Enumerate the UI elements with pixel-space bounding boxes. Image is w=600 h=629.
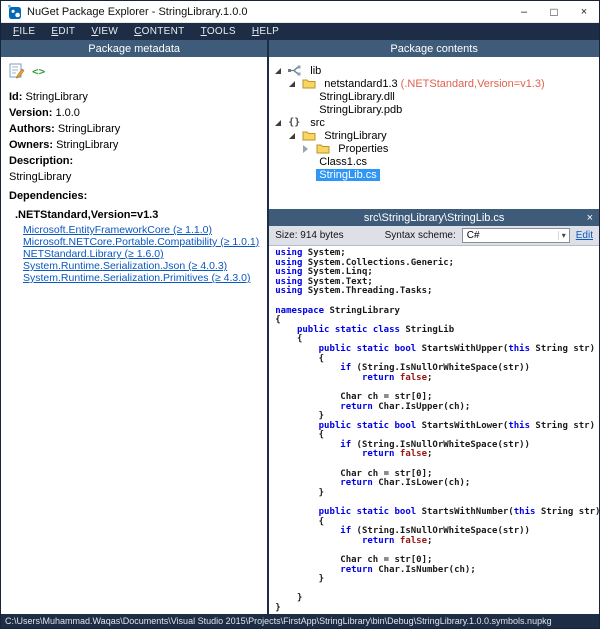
maximize-button[interactable]: □	[539, 1, 569, 22]
dependency-framework-group: .NETStandard,Version=v1.3	[15, 209, 259, 222]
tree-expander-icon[interactable]	[275, 120, 288, 126]
branch-icon	[288, 65, 304, 76]
close-button[interactable]: ×	[569, 1, 599, 22]
menu-view[interactable]: VIEW	[83, 26, 126, 37]
edit-raw-xml-icon[interactable]: <>	[32, 65, 45, 78]
metadata-toolbar: <>	[9, 63, 259, 79]
tree-item-label: src	[307, 117, 328, 129]
metadata-field-owners: Owners: StringLibrary	[9, 139, 259, 152]
dependency-link[interactable]: Microsoft.EntityFrameworkCore (≥ 1.1.0)	[23, 225, 259, 236]
status-bar: C:\Users\Muhammad.Waqas\Documents\Visual…	[1, 614, 599, 628]
tree-expander-icon[interactable]	[275, 68, 288, 74]
tree-item-label: netstandard1.3	[321, 78, 400, 90]
package-contents-tree: libnetstandard1.3 (.NETStandard,Version=…	[269, 57, 599, 209]
window-title: NuGet Package Explorer - StringLibrary.1…	[27, 6, 509, 18]
menu-edit[interactable]: EDIT	[43, 26, 83, 37]
close-viewer-icon[interactable]: ×	[587, 209, 593, 226]
tree-item-label: lib	[307, 65, 324, 77]
description-label: Description:	[9, 155, 259, 168]
contents-pane-header: Package contents	[269, 40, 599, 57]
package-metadata-pane: Package metadata <> Id: StringLibr	[1, 40, 269, 614]
tree-item-label: StringLib.cs	[316, 169, 379, 181]
menu-file[interactable]: FILE	[5, 26, 43, 37]
app-window: NuGet Package Explorer - StringLibrary.1…	[0, 0, 600, 629]
dependency-link[interactable]: System.Runtime.Serialization.Primitives …	[23, 273, 259, 284]
code-viewer: using System;using System.Collections.Ge…	[269, 246, 599, 614]
code-line: }	[275, 604, 599, 614]
tree-item-stringlibrary-dll[interactable]: StringLibrary.dll	[269, 90, 599, 103]
folder-icon	[316, 143, 332, 154]
metadata-fields: Id: StringLibrary Version: 1.0.0 Authors: …	[9, 91, 259, 152]
window-controls: – □ ×	[509, 1, 599, 22]
file-size-text: Size: 914 bytes	[275, 230, 343, 241]
tree-item-class1-cs[interactable]: Class1.cs	[269, 155, 599, 168]
tree-item-label: Properties	[335, 143, 391, 155]
code-line: }	[275, 575, 599, 585]
metadata-field-id: Id: StringLibrary	[9, 91, 259, 104]
code-line: return false;	[275, 450, 599, 460]
edit-file-link[interactable]: Edit	[576, 230, 593, 241]
dependencies-label: Dependencies:	[9, 190, 259, 203]
code-line: namespace StringLibrary	[275, 307, 599, 317]
file-viewer-header: src\StringLibrary\StringLib.cs ×	[269, 209, 599, 226]
tree-item-label: StringLibrary.dll	[316, 91, 398, 103]
tree-expander-icon[interactable]	[303, 145, 316, 153]
folder-icon	[302, 130, 318, 141]
tree-item-src[interactable]: {}src	[269, 116, 599, 129]
tree-item-properties[interactable]: Properties	[269, 142, 599, 155]
description-value: StringLibrary	[9, 171, 259, 184]
tree-item-stringlibrary[interactable]: StringLibrary	[269, 129, 599, 142]
tree-expander-icon[interactable]	[289, 81, 302, 87]
code-line: return false;	[275, 374, 599, 384]
code-line: return false;	[275, 537, 599, 547]
file-info-bar: Size: 914 bytes Syntax scheme: C# ▾ Edit	[269, 226, 599, 246]
tree-item-label: StringLibrary.pdb	[316, 104, 405, 116]
tree-item-lib[interactable]: lib	[269, 64, 599, 77]
dependency-links: Microsoft.EntityFrameworkCore (≥ 1.1.0)M…	[9, 225, 259, 284]
edit-metadata-icon[interactable]	[9, 63, 25, 79]
metadata-body: <> Id: StringLibrary Version: 1.0.0 Author…	[1, 57, 267, 614]
minimize-button[interactable]: –	[509, 1, 539, 22]
dependency-link[interactable]: Microsoft.NETCore.Portable.Compatibility…	[23, 237, 259, 248]
code-line: }	[275, 594, 599, 604]
menu-bar: FILEEDITVIEWCONTENTTOOLSHELP	[1, 23, 599, 40]
metadata-field-version: Version: 1.0.0	[9, 107, 259, 120]
tree-item-label: Class1.cs	[316, 156, 370, 168]
code-line: }	[275, 489, 599, 499]
code-line	[275, 585, 599, 595]
tree-item-stringlib-cs[interactable]: StringLib.cs	[269, 168, 599, 181]
package-contents-pane: Package contents libnetstandard1.3 (.NET…	[269, 40, 599, 614]
syntax-scheme-select[interactable]: C# ▾	[462, 228, 570, 243]
menu-tools[interactable]: TOOLS	[193, 26, 244, 37]
braces-icon: {}	[288, 117, 304, 128]
syntax-scheme-value: C#	[467, 230, 480, 241]
menu-content[interactable]: CONTENT	[126, 26, 192, 37]
title-bar: NuGet Package Explorer - StringLibrary.1…	[1, 1, 599, 23]
code-line: public static class StringLib	[275, 326, 599, 336]
tree-item-netstandard1-3[interactable]: netstandard1.3 (.NETStandard,Version=v1.…	[269, 77, 599, 90]
main-area: Package metadata <> Id: StringLibr	[1, 40, 599, 614]
framework-note: (.NETStandard,Version=v1.3)	[401, 78, 545, 90]
file-viewer-title: src\StringLibrary\StringLib.cs	[364, 212, 505, 224]
chevron-down-icon: ▾	[558, 231, 569, 240]
tree-expander-icon[interactable]	[289, 133, 302, 139]
dependency-link[interactable]: NETStandard.Library (≥ 1.6.0)	[23, 249, 259, 260]
metadata-pane-header: Package metadata	[1, 40, 267, 57]
syntax-scheme-label: Syntax scheme:	[385, 230, 456, 241]
tree-item-label: StringLibrary	[321, 130, 389, 142]
code-line: using System.Threading.Tasks;	[275, 287, 599, 297]
metadata-field-authors: Authors: StringLibrary	[9, 123, 259, 136]
dependency-link[interactable]: System.Runtime.Serialization.Json (≥ 4.0…	[23, 261, 259, 272]
folder-icon	[302, 78, 318, 89]
tree-item-stringlibrary-pdb[interactable]: StringLibrary.pdb	[269, 103, 599, 116]
nuget-logo-icon	[7, 4, 22, 19]
menu-help[interactable]: HELP	[244, 26, 287, 37]
